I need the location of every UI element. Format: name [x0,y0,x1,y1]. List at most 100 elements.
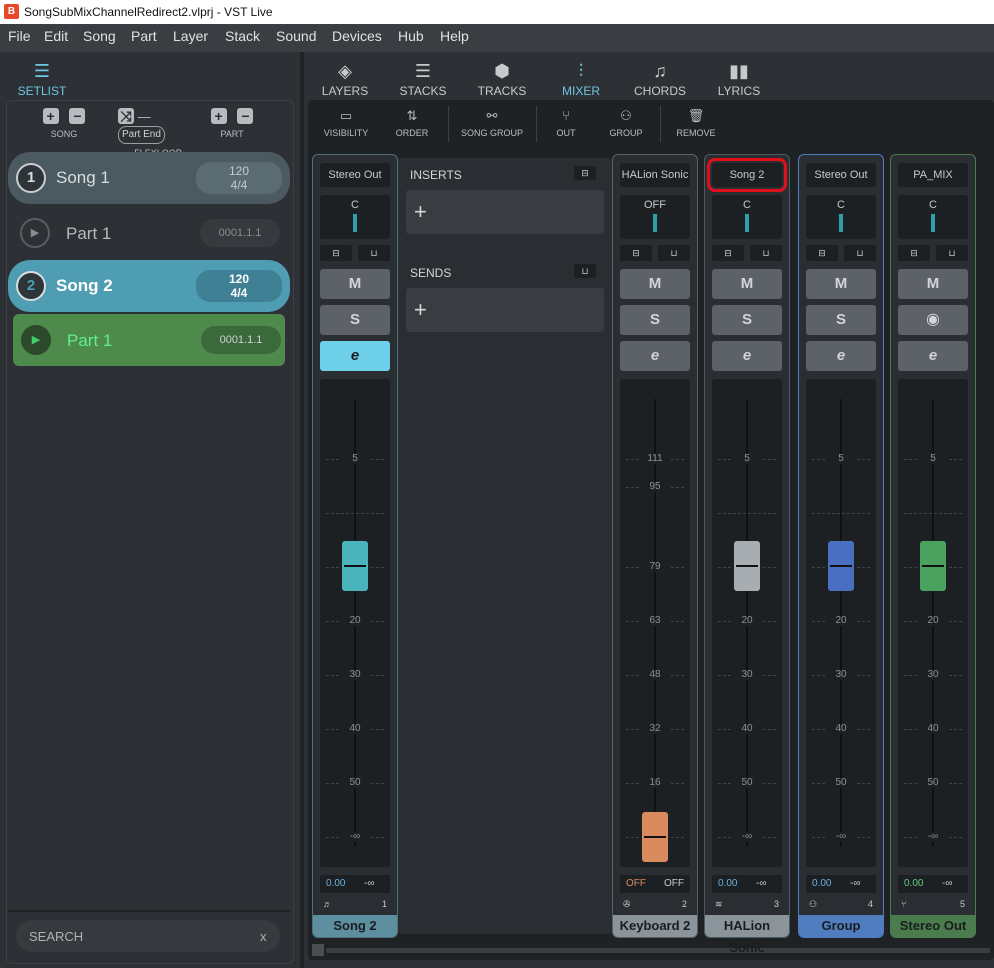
part-position: 0001.1.1 [201,326,281,354]
volume-fader-knob[interactable] [828,540,854,591]
song-row-2[interactable]: 2 Song 2 120 4/4 [8,260,290,312]
part-row-song2[interactable]: ▶ Part 1 0001.1.1 [13,314,285,366]
search-input[interactable]: SEARCH x [16,920,280,952]
channel-footer: ≋ 3 [705,899,789,913]
output-routing-selector[interactable]: Stereo Out [320,163,390,187]
tab-lyrics[interactable]: ▮▮ LYRICS [714,60,764,98]
pan-control[interactable]: C [712,195,782,239]
flexloop-icon[interactable]: ⤨ [118,108,134,124]
menu-file[interactable]: File [8,28,31,44]
tab-tracks[interactable]: ⬢ TRACKS [476,60,528,98]
order-button[interactable]: ⇅ ORDER [390,108,434,138]
edit-channel-button[interactable]: e [320,341,390,371]
mute-button[interactable]: M [898,269,968,299]
insert-slot-icon[interactable]: ⊟ [806,245,838,261]
output-routing-selector[interactable]: PA_MIX [898,163,968,187]
insert-slot-icon[interactable]: ⊟ [320,245,352,261]
output-routing-selector[interactable]: Song 2 [707,158,787,192]
menu-sound[interactable]: Sound [276,28,316,44]
volume-fader-knob[interactable] [734,540,760,591]
edit-channel-button[interactable]: e [806,341,876,371]
fader-scale-label: 95 [640,482,670,492]
add-insert-button[interactable]: + [406,190,604,234]
mute-button[interactable]: M [806,269,876,299]
menu-help[interactable]: Help [440,28,469,44]
record-monitor-button[interactable]: ◉ [898,305,968,335]
mute-button[interactable]: M [712,269,782,299]
out-button[interactable]: ⑂ OUT [548,108,584,138]
horizontal-scroll-left[interactable] [312,944,324,956]
group-button[interactable]: ⚇ GROUP [604,108,648,138]
tab-layers[interactable]: ◈ LAYERS [320,60,370,98]
add-part-icon[interactable]: + [210,108,227,124]
menu-stack[interactable]: Stack [225,28,260,44]
fader-scale-label: 16 [640,778,670,788]
part-name: Part 1 [67,331,113,350]
tab-mixer[interactable]: ⫶ MIXER [556,60,606,98]
add-send-button[interactable]: + [406,288,604,332]
menu-layer[interactable]: Layer [173,28,208,44]
output-routing-selector[interactable]: Stereo Out [806,163,876,187]
remove-part-icon[interactable]: − [237,108,254,124]
solo-button[interactable]: S [620,305,690,335]
add-song-icon[interactable]: + [42,108,59,124]
fader-track[interactable]: 51020304050-∞ [898,379,968,867]
edit-channel-button[interactable]: e [620,341,690,371]
send-slot-icon[interactable]: ⊔ [844,245,876,261]
clear-search-icon[interactable]: x [260,929,267,944]
send-slot-icon[interactable]: ⊔ [750,245,782,261]
channel-name[interactable]: Song 2 [313,915,397,937]
fader-track[interactable]: 51020304050-∞ [320,379,390,867]
tab-chords[interactable]: ♫ CHORDS [634,60,686,98]
fader-track[interactable]: 51020304050-∞ [806,379,876,867]
remove-song-icon[interactable]: − [69,108,86,124]
pan-control[interactable]: C [898,195,968,239]
menu-devices[interactable]: Devices [332,28,382,44]
menu-edit[interactable]: Edit [44,28,68,44]
pan-control[interactable]: C [806,195,876,239]
solo-button[interactable]: S [806,305,876,335]
setlist-tab[interactable]: ☰ SETLIST [16,60,68,98]
mute-button[interactable]: M [320,269,390,299]
edit-channel-button[interactable]: e [898,341,968,371]
channel-name[interactable]: HALion Sonic [705,915,789,955]
solo-button[interactable]: S [320,305,390,335]
song-group-button[interactable]: ⚯ SONG GROUP [456,108,528,138]
tab-stacks[interactable]: ☰ STACKS [398,60,448,98]
channel-name[interactable]: Stereo Out [891,915,975,937]
inserts-bypass-icon[interactable]: ⊟ [574,166,596,180]
song-row-1[interactable]: 1 Song 1 120 4/4 [8,152,290,204]
menu-part[interactable]: Part [131,28,157,44]
remove-button[interactable]: 🗑 REMOVE [670,108,722,138]
menu-hub[interactable]: Hub [398,28,424,44]
sends-bypass-icon[interactable]: ⊔ [574,264,596,278]
horizontal-scrollbar[interactable] [326,948,990,953]
send-slot-icon[interactable]: ⊔ [358,245,390,261]
volume-fader-knob[interactable] [642,812,668,862]
part-end-pill[interactable]: Part End [118,126,165,144]
channel-name[interactable]: Keyboard 2 [613,915,697,937]
fader-track[interactable]: 51020304050-∞ [712,379,782,867]
volume-fader-knob[interactable] [342,540,368,591]
song-group-icon: ⚯ [486,108,498,123]
play-icon[interactable]: ▶ [20,218,50,248]
edit-channel-button[interactable]: e [712,341,782,371]
channel-name[interactable]: Group [799,915,883,937]
insert-slot-icon[interactable]: ⊟ [620,245,652,261]
part-row-song1[interactable]: ▶ Part 1 0001.1.1 [20,216,286,252]
mute-button[interactable]: M [620,269,690,299]
menu-song[interactable]: Song [83,28,116,44]
pan-control[interactable]: C [320,195,390,239]
volume-fader-knob[interactable] [920,540,946,591]
insert-slot-icon[interactable]: ⊟ [898,245,930,261]
fader-track[interactable]: 111957963483216-∞ [620,379,690,867]
visibility-button[interactable]: ▭ VISIBILITY [316,108,376,138]
send-slot-icon[interactable]: ⊔ [658,245,690,261]
pan-control[interactable]: OFF [620,195,690,239]
play-icon[interactable]: ▶ [21,325,51,355]
output-routing-selector[interactable]: HALion Sonic [620,163,690,187]
solo-button[interactable]: S [712,305,782,335]
insert-slot-icon[interactable]: ⊟ [712,245,744,261]
send-slot-icon[interactable]: ⊔ [936,245,968,261]
sends-label: SENDS [410,266,452,280]
